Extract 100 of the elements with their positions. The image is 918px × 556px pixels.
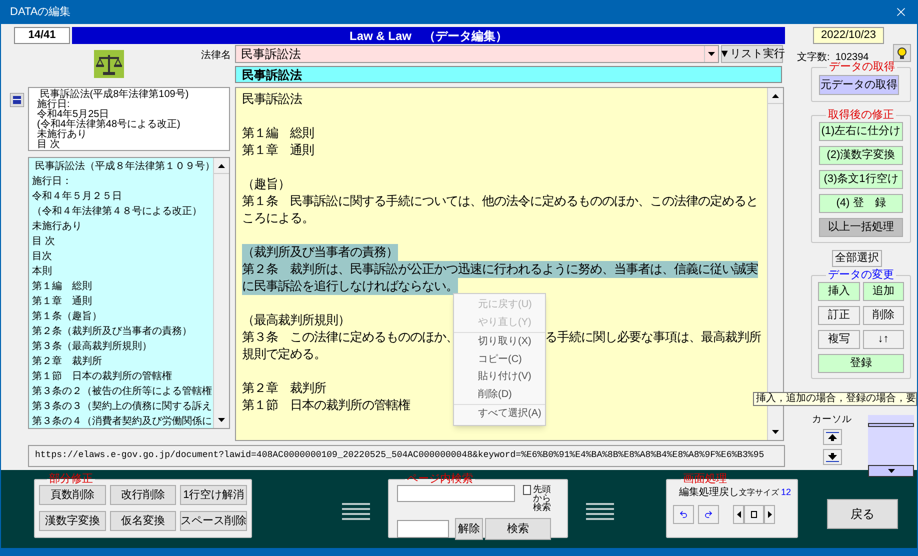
menu-icon[interactable] bbox=[586, 502, 614, 522]
undo-label: 編集処理戻し bbox=[679, 486, 739, 500]
toc-item[interactable]: 施行日： bbox=[32, 174, 213, 189]
cursor-down-button[interactable] bbox=[822, 449, 842, 465]
info-line: 施行日: bbox=[37, 100, 70, 110]
clear-button[interactable]: 解除 bbox=[455, 518, 483, 540]
back-button[interactable]: 戻る bbox=[827, 499, 898, 529]
lightbulb-icon bbox=[897, 46, 907, 60]
fix-button[interactable]: 以上一括処理 bbox=[819, 218, 903, 237]
scroll-up-icon bbox=[772, 94, 779, 98]
toc-item[interactable]: 未施行あり bbox=[32, 219, 213, 234]
url-text: https://elaws.e-gov.go.jp/document?lawid=408AC0000000109_20220525_504AC0000000048&keyword=%E6%B0%91%E4%BA%8B%E8%A8%B4%E8%A8%9F%E6%B3%95 bbox=[35, 449, 764, 462]
fix-button[interactable]: 1行空け解消 bbox=[180, 485, 247, 505]
info-line: 未施行あり bbox=[37, 130, 88, 140]
toc-item[interactable]: （令和４年法律第４８号による改正） bbox=[32, 204, 213, 219]
edit-button[interactable]: 追加 bbox=[862, 282, 904, 301]
fix-button[interactable]: (3)条文1行空け bbox=[819, 170, 903, 189]
menu-icon[interactable] bbox=[342, 502, 370, 522]
law-name-select[interactable]: 民事訴訟法 bbox=[235, 45, 719, 63]
scroll-up-icon bbox=[218, 164, 225, 168]
window-icon[interactable] bbox=[10, 93, 24, 107]
from-start-checkbox[interactable]: 先頭から 検索 bbox=[523, 485, 559, 512]
triangle-right-icon bbox=[766, 511, 772, 518]
register-button[interactable]: 登録 bbox=[818, 354, 904, 373]
search-field[interactable] bbox=[397, 485, 515, 502]
toc-item[interactable]: 第１章 通則 bbox=[32, 294, 213, 309]
text-line: （最高裁判所規則） bbox=[242, 312, 350, 329]
toc-item[interactable]: 第３条の４（消費者契約及び労働関係に bbox=[32, 414, 213, 428]
law-name-label: 法律名 bbox=[201, 48, 231, 63]
edit-button[interactable]: 複写 bbox=[818, 330, 860, 349]
reset-button[interactable] bbox=[744, 505, 764, 524]
menu-item[interactable]: 削除(D) bbox=[454, 386, 545, 403]
group-title: データの変更 bbox=[827, 270, 895, 281]
list-run-button[interactable]: ▼リスト実行 bbox=[721, 45, 783, 63]
text-editor[interactable] bbox=[235, 87, 784, 441]
fix-button[interactable]: 漢数字変換 bbox=[39, 511, 106, 531]
group-title: データの取得 bbox=[828, 62, 896, 73]
menu-item[interactable]: 貼り付け(V) bbox=[454, 368, 545, 386]
edit-button[interactable]: ↓↑ bbox=[862, 330, 904, 349]
record-counter: 14/41 bbox=[14, 27, 70, 44]
fix-button[interactable]: 改行削除 bbox=[110, 485, 176, 505]
toc-item[interactable]: 第３条（最高裁判所規則） bbox=[32, 339, 213, 354]
arrow-up-icon bbox=[826, 432, 838, 442]
font-size-value: 12 bbox=[780, 486, 791, 499]
url-field[interactable]: https://elaws.e-gov.go.jp/document?lawid=408AC0000000109_20220525_504AC0000000048&keyword=%E6%B0%91%E4%BA%8B%E8%A8%B4%E8%A8%9F%E6%B3%95 bbox=[28, 445, 785, 467]
edit-button[interactable]: 訂正 bbox=[818, 306, 860, 325]
redo-button[interactable] bbox=[698, 505, 719, 524]
date-display: 2022/10/23 bbox=[813, 27, 884, 44]
checkbox[interactable] bbox=[523, 485, 531, 495]
menu-item[interactable]: コピー(C) bbox=[454, 350, 545, 368]
cursor-scroller[interactable] bbox=[868, 415, 914, 477]
info-line: (令和4年法律第48号による改正) bbox=[37, 120, 182, 130]
edit-button[interactable]: 削除 bbox=[862, 306, 904, 325]
toc-item[interactable]: 本則 bbox=[32, 264, 213, 279]
menu-item[interactable]: すべて選択(A) bbox=[454, 405, 545, 422]
fix-button[interactable]: (1)左右に仕分け bbox=[819, 122, 903, 141]
toc-item[interactable]: 民事訴訟法（平成８年法律第１０９号） bbox=[32, 159, 213, 174]
lightbulb-button[interactable] bbox=[893, 44, 911, 62]
search-field[interactable] bbox=[397, 520, 449, 538]
increase-button[interactable] bbox=[764, 505, 775, 524]
toc-item[interactable]: 第２条（裁判所及び当事者の責務） bbox=[32, 324, 213, 339]
toc-item[interactable]: 第２章 裁判所 bbox=[32, 354, 213, 369]
text-line: 第１節 日本の裁判所の管轄権 bbox=[242, 397, 410, 414]
toc-item[interactable]: 第１編 総則 bbox=[32, 279, 213, 294]
toc-item[interactable]: 目 次 bbox=[32, 234, 213, 249]
scrollbar[interactable] bbox=[767, 88, 783, 440]
scroll-down-icon bbox=[218, 418, 225, 422]
triangle-left-icon bbox=[736, 511, 742, 518]
undo-button[interactable] bbox=[673, 505, 694, 524]
toc-item[interactable]: 第１節 日本の裁判所の管轄権 bbox=[32, 369, 213, 384]
scales-icon bbox=[94, 50, 124, 78]
fix-button[interactable]: (4) 登 録 bbox=[819, 194, 903, 213]
search-button[interactable]: 検索 bbox=[485, 518, 551, 540]
toc-item[interactable]: 目次 bbox=[32, 249, 213, 264]
info-line: 民事訴訟法(平成8年法律第109号) bbox=[40, 90, 190, 100]
undo-icon bbox=[679, 510, 688, 519]
scrollbar[interactable] bbox=[213, 158, 229, 428]
close-icon[interactable] bbox=[894, 5, 908, 19]
fix-button[interactable]: 頁数削除 bbox=[39, 485, 106, 505]
decrease-button[interactable] bbox=[733, 505, 744, 524]
checkbox-label: 検索 bbox=[532, 503, 552, 512]
select-all-button[interactable]: 全部選択 bbox=[832, 250, 882, 267]
text-line: る手続に関し必要な事項は、最高裁判所 bbox=[545, 329, 761, 346]
edit-button[interactable]: 挿入 bbox=[818, 282, 860, 301]
section-title-bar: 民事訴訟法 bbox=[235, 66, 782, 83]
fix-button[interactable]: (2)漢数字変換 bbox=[819, 146, 903, 165]
fix-button[interactable]: 仮名変換 bbox=[110, 511, 176, 531]
toc-item[interactable]: 第１条（趣旨） bbox=[32, 309, 213, 324]
text-line: 民事訴訟法 bbox=[242, 91, 302, 108]
text-line: 第１条 民事訴訟に関する手続については、他の法令に定めるもののほか、この法律の定めると bbox=[242, 193, 758, 210]
fetch-button[interactable]: 元データの取得 bbox=[819, 75, 899, 95]
toc-item[interactable]: 第３条の２（被告の住所等による管轄権 bbox=[32, 384, 213, 399]
fix-button[interactable]: スペース削除 bbox=[180, 511, 247, 531]
toc-item[interactable]: 第３条の３（契約上の債務に関する訴え bbox=[32, 399, 213, 414]
char-count: 文字数: 102394 bbox=[797, 50, 869, 63]
cursor-up-button[interactable] bbox=[822, 429, 842, 445]
text-line: ころによる。 bbox=[242, 210, 314, 227]
toc-item[interactable]: 令和４年５月２５日 bbox=[32, 189, 213, 204]
info-line: 令和4年5月25日 bbox=[37, 110, 110, 120]
cursor-label: カーソル bbox=[812, 415, 852, 425]
